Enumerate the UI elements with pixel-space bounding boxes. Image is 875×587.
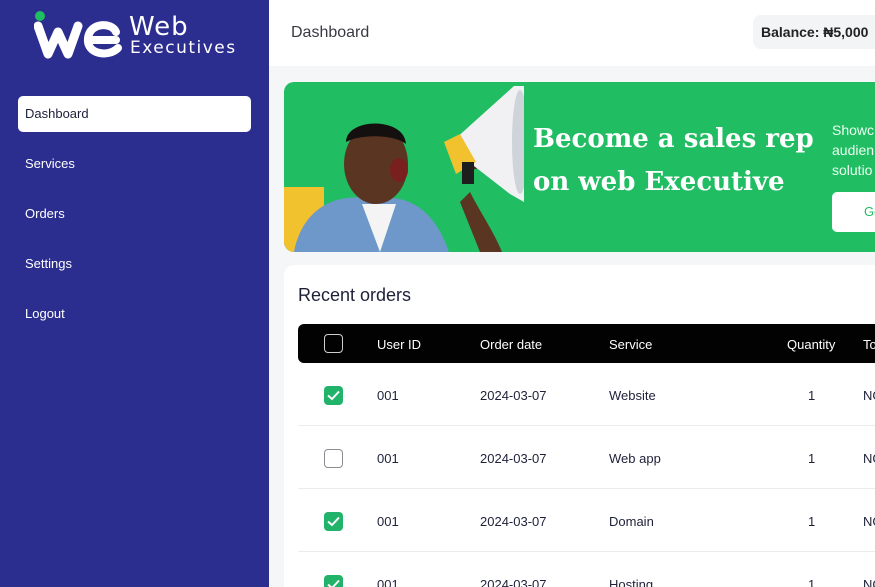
check-icon [327, 390, 340, 401]
column-header-order-date[interactable]: Order date [480, 337, 542, 352]
recent-orders-card: Recent orders User ID Order date Service… [284, 265, 875, 587]
sidebar-item-dashboard[interactable]: Dashboard [18, 96, 251, 132]
check-icon [327, 579, 340, 587]
sales-rep-megaphone-illustration [284, 86, 524, 252]
page-title: Dashboard [291, 24, 370, 41]
top-bar: Dashboard Balance: ₦5,000 [269, 0, 875, 66]
sidebar-item-settings[interactable]: Settings [18, 246, 251, 282]
sidebar-item-logout[interactable]: Logout [18, 296, 251, 332]
column-header-total[interactable]: To [863, 337, 875, 352]
cell-service: Domain [609, 514, 654, 529]
cell-total: NG [863, 577, 875, 587]
banner-subtitle: Showc audien solutio [832, 120, 875, 180]
cell-quantity: 1 [808, 577, 816, 587]
table-row[interactable]: 001 2024-03-07 Hosting 1 NG [298, 552, 875, 587]
row-checkbox-checked[interactable] [324, 512, 343, 531]
cell-service: Web app [609, 451, 661, 466]
cell-user-id: 001 [377, 451, 399, 466]
row-checkbox-checked[interactable] [324, 575, 343, 587]
cell-quantity: 1 [808, 388, 816, 403]
cell-total: NG [863, 451, 875, 466]
cell-user-id: 001 [377, 514, 399, 529]
cell-order-date: 2024-03-07 [480, 451, 547, 466]
brand-logo[interactable]: Web Executives [34, 8, 254, 68]
cell-quantity: 1 [808, 514, 816, 529]
cell-order-date: 2024-03-07 [480, 514, 547, 529]
cell-total: NG [863, 388, 875, 403]
orders-table-header: User ID Order date Service Quantity To [298, 324, 875, 363]
banner-subtitle-line: audien [832, 142, 875, 158]
column-header-service[interactable]: Service [609, 337, 652, 352]
cell-order-date: 2024-03-07 [480, 577, 547, 587]
select-all-checkbox[interactable] [324, 334, 343, 353]
sidebar: Web Executives Dashboard Services Orders… [0, 0, 269, 587]
recent-orders-title: Recent orders [298, 285, 412, 305]
check-icon [327, 516, 340, 527]
cell-total: NG [863, 514, 875, 529]
table-row[interactable]: 001 2024-03-07 Website 1 NG [298, 363, 875, 426]
banner-subtitle-line: Showc [832, 122, 875, 138]
banner-title: Become a sales rep on web Executive [533, 124, 814, 197]
brand-name-line2: Executives [130, 38, 237, 58]
balance-badge: Balance: ₦5,000 [753, 15, 875, 49]
banner-subtitle-line: solutio [832, 162, 873, 178]
cell-order-date: 2024-03-07 [480, 388, 547, 403]
row-checkbox-unchecked[interactable] [324, 449, 343, 468]
cell-user-id: 001 [377, 577, 399, 587]
table-row[interactable]: 001 2024-03-07 Web app 1 NG [298, 426, 875, 489]
sidebar-item-orders[interactable]: Orders [18, 196, 251, 232]
we-logo-mark-icon [34, 11, 122, 59]
cell-user-id: 001 [377, 388, 399, 403]
sidebar-nav: Dashboard Services Orders Settings Logou… [18, 96, 251, 346]
sidebar-item-services[interactable]: Services [18, 146, 251, 182]
banner-cta-button[interactable]: Ge [832, 192, 875, 232]
cell-service: Website [609, 388, 656, 403]
table-row[interactable]: 001 2024-03-07 Domain 1 NG [298, 489, 875, 552]
promo-banner: Become a sales rep on web Executive Show… [284, 82, 875, 252]
cell-service: Hosting [609, 577, 654, 587]
cell-quantity: 1 [808, 451, 816, 466]
column-header-quantity[interactable]: Quantity [787, 337, 835, 352]
column-header-user-id[interactable]: User ID [377, 337, 421, 352]
row-checkbox-checked[interactable] [324, 386, 343, 405]
